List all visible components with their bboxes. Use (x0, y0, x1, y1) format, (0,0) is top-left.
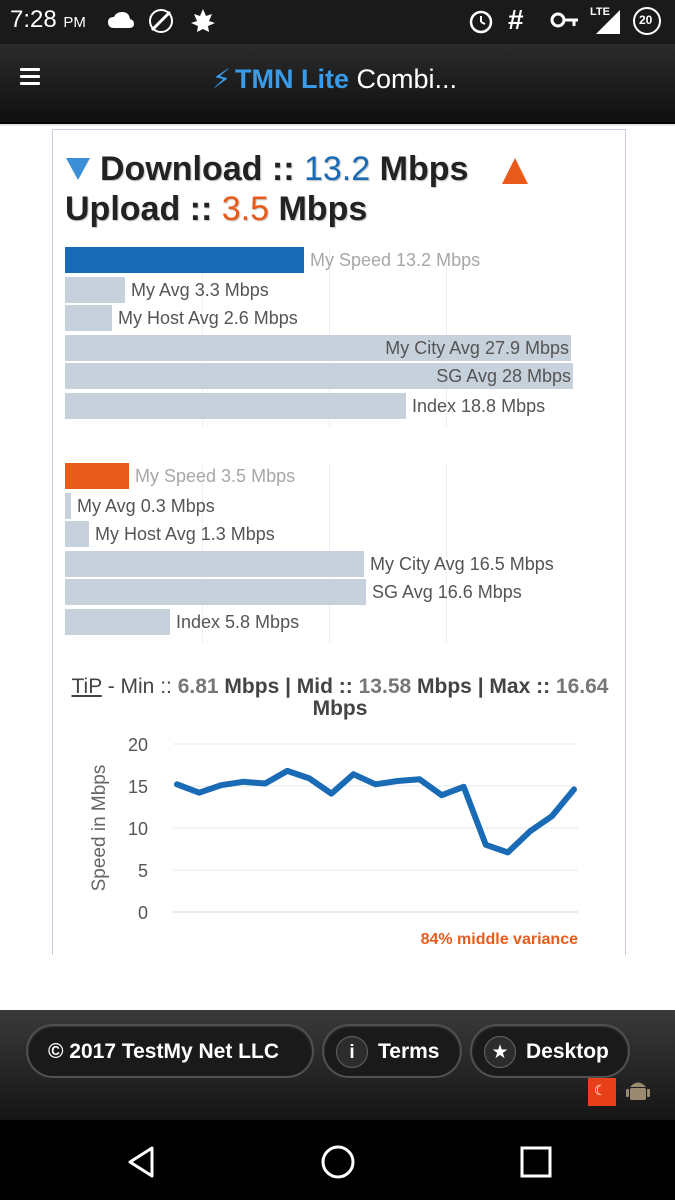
app-title[interactable]: ⚡ TMN Lite Combi... (212, 64, 457, 95)
system-nav-bar (0, 1120, 675, 1200)
plug-icon (149, 9, 173, 33)
upload-bar-label: My Speed 3.5 Mbps (135, 466, 296, 486)
upload-bar-label: Index 5.8 Mbps (176, 612, 300, 632)
y-tick-label: 15 (128, 777, 148, 797)
upload-bar (65, 463, 129, 489)
upload-bar (65, 551, 364, 577)
download-bar-label: My Avg 3.3 Mbps (131, 280, 269, 300)
upload-arrow-icon (502, 158, 528, 184)
y-tick-label: 0 (138, 903, 148, 923)
signal-icon (596, 10, 620, 34)
upload-bar-label: My Avg 0.3 Mbps (77, 496, 215, 516)
download-bar-label: My City Avg 27.9 Mbps (385, 338, 569, 358)
download-arrow-icon (66, 158, 90, 180)
y-tick-label: 10 (128, 819, 148, 839)
cloud-icon (108, 12, 134, 28)
upload-bar-label: My City Avg 16.5 Mbps (370, 554, 554, 574)
upload-bar-row: Index 5.8 Mbps (65, 609, 573, 635)
download-bar-row: SG Avg 28 Mbps (65, 363, 573, 389)
download-bar-row: My Speed 13.2 Mbps (65, 247, 573, 273)
results-card: Download :: 13.2 Mbps Upload :: 3.5 Mbps… (52, 129, 626, 955)
star-icon: ★ (484, 1036, 516, 1068)
upload-bar-row: My City Avg 16.5 Mbps (65, 551, 573, 577)
copyright-button[interactable]: © 2017 TestMy Net LLC (26, 1024, 314, 1078)
download-bar-label: My Speed 13.2 Mbps (310, 250, 481, 270)
tip-max-value: 16.64 (555, 675, 609, 698)
app-bar: ⚡ TMN Lite Combi... (0, 44, 675, 124)
menu-icon[interactable] (20, 68, 40, 89)
download-bar-label: My Host Avg 2.6 Mbps (118, 308, 298, 328)
status-time: 7:28 PM (10, 6, 86, 33)
y-tick-label: 20 (128, 735, 148, 755)
home-icon[interactable] (318, 1142, 358, 1182)
upload-bar-label: SG Avg 16.6 Mbps (372, 582, 522, 602)
download-bar-row: My Avg 3.3 Mbps (65, 277, 573, 303)
recents-icon[interactable] (516, 1142, 556, 1182)
speed-line-chart: 20 15 10 5 0 Speed in Mbps 84% middle variance (83, 726, 603, 956)
upload-bar-row: My Speed 3.5 Mbps (65, 463, 573, 489)
singapore-flag-icon: ☾ (588, 1078, 616, 1106)
y-axis-label: Speed in Mbps (89, 765, 110, 892)
upload-result: Upload :: 3.5 Mbps (65, 190, 368, 228)
upload-bar-row: My Host Avg 1.3 Mbps (65, 521, 573, 547)
download-bar-label: Index 18.8 Mbps (412, 396, 546, 416)
android-icon (624, 1078, 652, 1106)
download-comparison-bars: My Speed 13.2 Mbps My Avg 3.3 Mbps My Host… (65, 247, 585, 447)
alarm-icon (469, 10, 493, 34)
download-bar-row: My City Avg 27.9 Mbps (65, 335, 573, 361)
download-bar (65, 277, 125, 303)
battery-level: 20 (639, 13, 653, 27)
tip-mid-value: 13.58 (358, 675, 412, 698)
key-icon (550, 12, 578, 28)
maple-leaf-icon (191, 9, 215, 32)
download-bar (65, 393, 406, 419)
hash-icon: # (508, 4, 524, 35)
y-tick-label: 5 (138, 861, 148, 881)
download-bar (65, 305, 112, 331)
status-bar: 7:28 PM # LTE 20 (0, 0, 675, 44)
tip-min-value: 6.81 (177, 675, 219, 698)
upload-bar (65, 579, 366, 605)
download-bar-row: Index 18.8 Mbps (65, 393, 573, 419)
main-content: Download :: 13.2 Mbps Upload :: 3.5 Mbps… (0, 126, 675, 1010)
upload-bar (65, 493, 71, 519)
upload-comparison-bars: My Speed 3.5 Mbps My Avg 0.3 Mbps My Host … (65, 463, 585, 663)
upload-bar (65, 521, 89, 547)
back-icon[interactable] (122, 1142, 162, 1182)
download-bar (65, 247, 304, 273)
download-bar-row: My Host Avg 2.6 Mbps (65, 305, 573, 331)
upload-bar-row: My Avg 0.3 Mbps (65, 493, 573, 519)
download-result: Download :: 13.2 Mbps (100, 150, 469, 188)
tip-summary: TiP - Min :: 6.81 Mbps | Mid :: 13.58 Mb… (71, 675, 609, 720)
info-icon: i (336, 1036, 368, 1068)
bolt-icon: ⚡ (212, 64, 231, 94)
desktop-button[interactable]: ★ Desktop (470, 1024, 630, 1078)
variance-annotation: 84% middle variance (421, 931, 579, 948)
upload-bar-label: My Host Avg 1.3 Mbps (95, 524, 275, 544)
footer: © 2017 TestMy Net LLC i Terms ★ Desktop … (0, 1010, 675, 1120)
upload-bar-row: SG Avg 16.6 Mbps (65, 579, 573, 605)
upload-bar (65, 609, 170, 635)
tip-link[interactable]: TiP (72, 675, 102, 698)
speed-series-line (174, 767, 577, 856)
download-bar-label: SG Avg 28 Mbps (436, 366, 571, 386)
terms-button[interactable]: i Terms (322, 1024, 462, 1078)
line-chart-svg: 20 15 10 5 0 Speed in Mbps 84% middle variance (89, 735, 579, 948)
